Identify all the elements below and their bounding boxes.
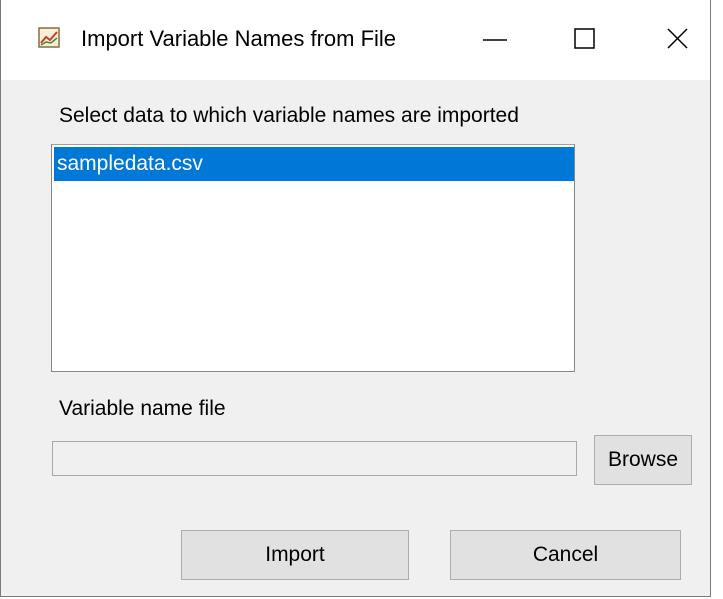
maximize-icon (574, 28, 595, 49)
minimize-button[interactable] (463, 14, 527, 64)
import-variable-names-dialog: Import Variable Names from File Select d… (0, 0, 711, 597)
cancel-button[interactable]: Cancel (450, 530, 681, 580)
data-listbox[interactable]: sampledata.csv (51, 144, 575, 372)
maximize-button[interactable] (553, 14, 617, 64)
list-item[interactable]: sampledata.csv (54, 147, 574, 181)
close-icon (667, 28, 688, 49)
close-button[interactable] (646, 14, 710, 64)
title-bar[interactable]: Import Variable Names from File (1, 0, 710, 80)
variable-file-label: Variable name file (59, 397, 226, 420)
browse-button[interactable]: Browse (594, 435, 692, 485)
minimize-icon (483, 39, 507, 41)
chart-app-icon (38, 27, 62, 49)
import-button[interactable]: Import (181, 530, 409, 580)
data-select-label: Select data to which variable names are … (59, 104, 519, 127)
window-title: Import Variable Names from File (81, 26, 397, 51)
variable-file-field[interactable] (52, 441, 577, 476)
